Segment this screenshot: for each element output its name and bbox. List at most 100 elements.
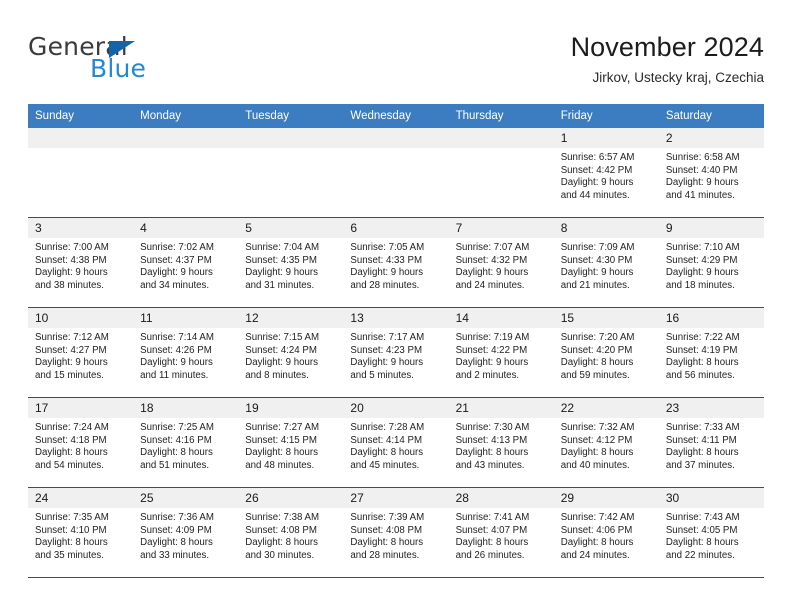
calendar-day-cell[interactable]: 14 Sunrise: 7:19 AM Sunset: 4:22 PM Dayligh…	[448, 307, 554, 398]
calendar-day-cell[interactable]: 15 Sunrise: 7:20 AM Sunset: 4:20 PM Dayligh…	[553, 307, 659, 398]
daylight-text-line1: Daylight: 9 hours	[245, 357, 318, 369]
calendar-day-cell[interactable]: 23 Sunrise: 7:33 AM Sunset: 4:11 PM Dayligh…	[658, 397, 764, 488]
generalblue-logo[interactable]: General Blue	[28, 32, 238, 88]
day-details: Sunrise: 7:41 AM Sunset: 4:07 PM Daylight:…	[449, 508, 554, 562]
calendar-day-cell[interactable]: 24 Sunrise: 7:35 AM Sunset: 4:10 PM Dayligh…	[28, 487, 134, 578]
day-cell-inner: 21 Sunrise: 7:30 AM Sunset: 4:13 PM Dayligh…	[448, 398, 554, 487]
daylight-text-line1: Daylight: 9 hours	[245, 267, 318, 279]
day-cell-inner: 6 Sunrise: 7:05 AM Sunset: 4:33 PM Daylight…	[343, 218, 449, 307]
sunrise-text: Sunrise: 7:25 AM	[140, 422, 214, 433]
calendar-day-cell[interactable]: 21 Sunrise: 7:30 AM Sunset: 4:13 PM Dayligh…	[448, 397, 554, 488]
day-cell-inner	[448, 128, 554, 217]
calendar-day-cell[interactable]: 6 Sunrise: 7:05 AM Sunset: 4:33 PM Daylight…	[343, 217, 449, 308]
calendar-day-cell[interactable]: 20 Sunrise: 7:28 AM Sunset: 4:14 PM Dayligh…	[343, 397, 449, 488]
daylight-text-line1: Daylight: 8 hours	[560, 447, 634, 459]
day-details: Sunrise: 7:02 AM Sunset: 4:37 PM Daylight:…	[133, 238, 238, 292]
calendar-day-cell[interactable]: 5 Sunrise: 7:04 AM Sunset: 4:35 PM Daylight…	[238, 217, 344, 308]
daylight-text-line1: Daylight: 9 hours	[665, 177, 739, 189]
daylight-text-line1: Daylight: 8 hours	[455, 447, 529, 459]
daylight-text-line2: and 26 minutes.	[455, 549, 525, 561]
calendar-day-cell[interactable]: 11 Sunrise: 7:14 AM Sunset: 4:26 PM Dayligh…	[133, 307, 239, 398]
day-details: Sunrise: 7:25 AM Sunset: 4:16 PM Daylight:…	[133, 418, 238, 472]
day-number: 16	[658, 308, 764, 328]
day-cell-inner: 29 Sunrise: 7:42 AM Sunset: 4:06 PM Dayligh…	[553, 488, 659, 577]
calendar-day-cell[interactable]: 28 Sunrise: 7:41 AM Sunset: 4:07 PM Dayligh…	[448, 487, 554, 578]
calendar-day-cell[interactable]: 22 Sunrise: 7:32 AM Sunset: 4:12 PM Dayligh…	[553, 397, 659, 488]
daylight-text-line1: Daylight: 9 hours	[35, 267, 108, 279]
daylight-text-line1: Daylight: 9 hours	[350, 357, 424, 369]
sunset-text: Sunset: 4:33 PM	[350, 254, 423, 266]
day-details: Sunrise: 7:36 AM Sunset: 4:09 PM Daylight:…	[133, 508, 238, 562]
calendar-day-cell[interactable]: 10 Sunrise: 7:12 AM Sunset: 4:27 PM Dayligh…	[28, 307, 134, 398]
sunrise-text: Sunrise: 7:02 AM	[140, 242, 214, 253]
calendar-day-cell[interactable]: 27 Sunrise: 7:39 AM Sunset: 4:08 PM Dayligh…	[343, 487, 449, 578]
day-number: 28	[448, 488, 554, 508]
day-details: Sunrise: 7:30 AM Sunset: 4:13 PM Daylight:…	[449, 418, 554, 472]
calendar-day-cell[interactable]: 25 Sunrise: 7:36 AM Sunset: 4:09 PM Dayligh…	[133, 487, 239, 578]
calendar-day-cell[interactable]: 12 Sunrise: 7:15 AM Sunset: 4:24 PM Dayligh…	[238, 307, 344, 398]
day-number: 19	[238, 398, 344, 418]
calendar-day-cell[interactable]: 7 Sunrise: 7:07 AM Sunset: 4:32 PM Daylight…	[448, 217, 554, 308]
calendar-day-cell[interactable]: 3 Sunrise: 7:00 AM Sunset: 4:38 PM Daylight…	[28, 217, 134, 308]
sunrise-text: Sunrise: 7:36 AM	[140, 512, 214, 523]
day-details: Sunrise: 7:42 AM Sunset: 4:06 PM Daylight:…	[554, 508, 659, 562]
daylight-text-line2: and 22 minutes.	[665, 549, 735, 561]
day-number	[448, 128, 554, 148]
daylight-text-line2: and 11 minutes.	[140, 369, 209, 381]
daylight-text-line2: and 41 minutes.	[665, 189, 735, 201]
calendar-day-cell[interactable]: 30 Sunrise: 7:43 AM Sunset: 4:05 PM Dayligh…	[658, 487, 764, 578]
day-number: 27	[343, 488, 449, 508]
daylight-text-line2: and 38 minutes.	[35, 279, 104, 291]
sunset-text: Sunset: 4:15 PM	[245, 434, 317, 446]
daylight-text-line2: and 18 minutes.	[665, 279, 735, 291]
day-details: Sunrise: 7:38 AM Sunset: 4:08 PM Daylight:…	[238, 508, 343, 562]
calendar-week-row: 10 Sunrise: 7:12 AM Sunset: 4:27 PM Dayligh…	[28, 307, 764, 398]
sunrise-text: Sunrise: 7:15 AM	[245, 332, 320, 343]
calendar-day-cell[interactable]: 26 Sunrise: 7:38 AM Sunset: 4:08 PM Dayligh…	[238, 487, 344, 578]
sunrise-text: Sunrise: 6:57 AM	[560, 152, 635, 163]
day-cell-inner: 10 Sunrise: 7:12 AM Sunset: 4:27 PM Dayligh…	[28, 308, 134, 397]
daylight-text-line2: and 48 minutes.	[245, 459, 315, 471]
daylight-text-line2: and 35 minutes.	[35, 549, 104, 561]
sunset-text: Sunset: 4:38 PM	[35, 254, 107, 266]
day-number	[238, 128, 344, 148]
day-cell-inner: 4 Sunrise: 7:02 AM Sunset: 4:37 PM Daylight…	[133, 218, 239, 307]
daylight-text-line2: and 33 minutes.	[140, 549, 210, 561]
day-details: Sunrise: 7:10 AM Sunset: 4:29 PM Daylight:…	[659, 238, 764, 292]
day-number: 25	[133, 488, 239, 508]
day-cell-inner: 1 Sunrise: 6:57 AM Sunset: 4:42 PM Daylight…	[553, 128, 659, 217]
calendar-day-cell[interactable]: 19 Sunrise: 7:27 AM Sunset: 4:15 PM Dayligh…	[238, 397, 344, 488]
page-subtitle: Jirkov, Ustecky kraj, Czechia	[592, 70, 764, 85]
calendar-day-cell[interactable]: 4 Sunrise: 7:02 AM Sunset: 4:37 PM Daylight…	[133, 217, 239, 308]
sunset-text: Sunset: 4:05 PM	[665, 524, 738, 536]
calendar-day-cell[interactable]: 29 Sunrise: 7:42 AM Sunset: 4:06 PM Dayligh…	[553, 487, 659, 578]
calendar-day-cell[interactable]: 2 Sunrise: 6:58 AM Sunset: 4:40 PM Daylight…	[658, 128, 764, 218]
sunset-text: Sunset: 4:37 PM	[140, 254, 212, 266]
daylight-text-line1: Daylight: 8 hours	[140, 537, 213, 549]
calendar-day-cell[interactable]: 13 Sunrise: 7:17 AM Sunset: 4:23 PM Dayligh…	[343, 307, 449, 398]
day-number: 9	[658, 218, 764, 238]
daylight-text-line1: Daylight: 8 hours	[245, 447, 318, 459]
daylight-text-line1: Daylight: 8 hours	[245, 537, 318, 549]
calendar-day-cell[interactable]: 18 Sunrise: 7:25 AM Sunset: 4:16 PM Dayligh…	[133, 397, 239, 488]
day-number: 6	[343, 218, 449, 238]
calendar-body: 1 Sunrise: 6:57 AM Sunset: 4:42 PM Daylight…	[28, 128, 764, 578]
calendar-day-cell[interactable]: 1 Sunrise: 6:57 AM Sunset: 4:42 PM Daylight…	[553, 128, 659, 218]
calendar-day-cell[interactable]: 17 Sunrise: 7:24 AM Sunset: 4:18 PM Dayligh…	[28, 397, 134, 488]
calendar-week-row: 1 Sunrise: 6:57 AM Sunset: 4:42 PM Daylight…	[28, 128, 764, 218]
day-cell-inner: 9 Sunrise: 7:10 AM Sunset: 4:29 PM Daylight…	[658, 218, 764, 307]
calendar-day-cell[interactable]: 8 Sunrise: 7:09 AM Sunset: 4:30 PM Daylight…	[553, 217, 659, 308]
daylight-text-line1: Daylight: 9 hours	[350, 267, 424, 279]
day-details: Sunrise: 7:24 AM Sunset: 4:18 PM Daylight:…	[28, 418, 133, 472]
daylight-text-line1: Daylight: 8 hours	[350, 447, 424, 459]
day-details: Sunrise: 7:17 AM Sunset: 4:23 PM Daylight:…	[343, 328, 448, 382]
daylight-text-line1: Daylight: 8 hours	[560, 537, 634, 549]
calendar-day-cell[interactable]: 16 Sunrise: 7:22 AM Sunset: 4:19 PM Dayligh…	[658, 307, 764, 398]
calendar-day-cell[interactable]: 9 Sunrise: 7:10 AM Sunset: 4:29 PM Daylight…	[658, 217, 764, 308]
day-details: Sunrise: 7:43 AM Sunset: 4:05 PM Daylight:…	[659, 508, 764, 562]
day-number: 10	[28, 308, 134, 328]
sunrise-text: Sunrise: 7:41 AM	[455, 512, 530, 523]
day-number	[133, 128, 239, 148]
sunrise-text: Sunrise: 7:05 AM	[350, 242, 425, 253]
daylight-text-line2: and 30 minutes.	[245, 549, 315, 561]
